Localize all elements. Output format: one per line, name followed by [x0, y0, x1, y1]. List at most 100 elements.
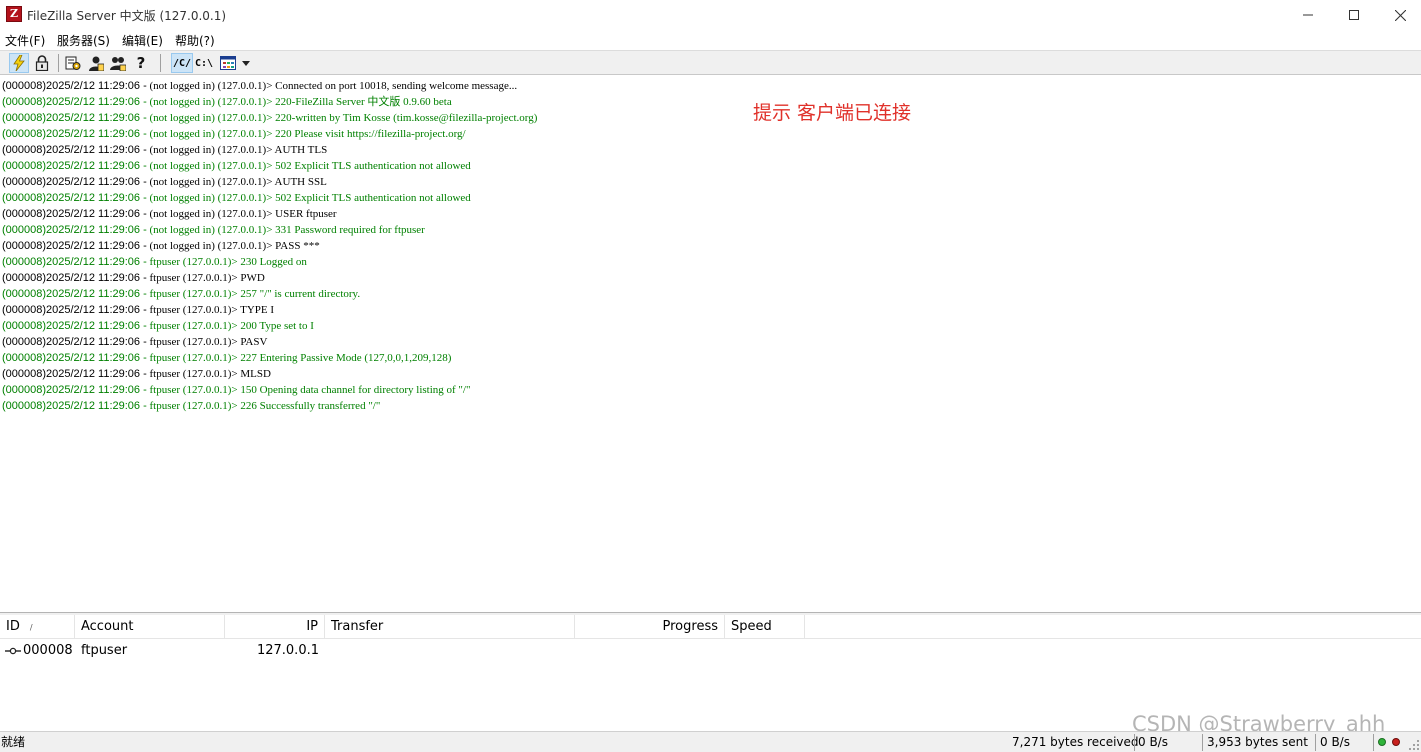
lightning-icon: [13, 55, 25, 71]
log-timestamp: (000008)2025/2/12 11:29:06 -: [2, 288, 147, 300]
log-timestamp: (000008)2025/2/12 11:29:06 -: [2, 368, 147, 380]
log-line: (000008)2025/2/12 11:29:06 - ftpuser (12…: [2, 366, 271, 382]
maximize-button[interactable]: [1331, 0, 1377, 30]
log-line: (000008)2025/2/12 11:29:06 - (not logged…: [2, 110, 537, 126]
minimize-button[interactable]: [1285, 0, 1331, 30]
log-line: (000008)2025/2/12 11:29:06 - ftpuser (12…: [2, 318, 314, 334]
log-message: ftpuser (127.0.0.1)> 227 Entering Passiv…: [146, 352, 452, 364]
sort-grid-icon: [220, 56, 236, 70]
log-timestamp: (000008)2025/2/12 11:29:06 -: [2, 224, 147, 236]
help-button[interactable]: ?: [131, 53, 151, 73]
minimize-icon: [1303, 14, 1313, 16]
status-bar: 就绪 7,271 bytes received 0 B/s 3,953 byte…: [0, 731, 1421, 752]
log-line: (000008)2025/2/12 11:29:06 - (not logged…: [2, 78, 517, 94]
log-line: (000008)2025/2/12 11:29:06 - ftpuser (12…: [2, 334, 267, 350]
log-message: ftpuser (127.0.0.1)> 150 Opening data ch…: [146, 384, 471, 396]
log-message: (not logged in) (127.0.0.1)> 220 Please …: [146, 128, 466, 140]
column-header-speed[interactable]: Speed: [725, 615, 805, 639]
send-rate: 0 B/s: [1320, 735, 1350, 749]
status-divider: [1134, 734, 1135, 751]
log-timestamp: (000008)2025/2/12 11:29:06 -: [2, 160, 147, 172]
toolbar: ? /C/ C:\: [0, 50, 1421, 75]
log-timestamp: (000008)2025/2/12 11:29:06 -: [2, 112, 147, 124]
log-line: (000008)2025/2/12 11:29:06 - ftpuser (12…: [2, 350, 451, 366]
resize-grip-icon[interactable]: [1408, 739, 1420, 751]
help-icon: ?: [136, 54, 146, 72]
bytes-received: 7,271 bytes received: [1012, 735, 1139, 749]
log-timestamp: (000008)2025/2/12 11:29:06 -: [2, 144, 147, 156]
log-message: (not logged in) (127.0.0.1)> 220-FileZil…: [146, 96, 452, 108]
log-line: (000008)2025/2/12 11:29:06 - ftpuser (12…: [2, 254, 307, 270]
log-message: (not logged in) (127.0.0.1)> PASS ***: [146, 240, 320, 252]
lock-server-button[interactable]: [32, 53, 52, 73]
groups-icon: [110, 57, 126, 71]
log-timestamp: (000008)2025/2/12 11:29:06 -: [2, 128, 147, 140]
windows-path-toggle-button[interactable]: C:\: [194, 53, 214, 73]
groups-button[interactable]: [108, 53, 128, 73]
log-line: (000008)2025/2/12 11:29:06 - (not logged…: [2, 94, 452, 110]
log-timestamp: (000008)2025/2/12 11:29:06 -: [2, 96, 147, 108]
log-line: (000008)2025/2/12 11:29:06 - (not logged…: [2, 174, 327, 190]
status-ready: 就绪: [1, 735, 26, 749]
settings-button[interactable]: [63, 53, 83, 73]
receive-rate: 0 B/s: [1138, 735, 1168, 749]
title-bar: Z FileZilla Server 中文版 (127.0.0.1): [0, 0, 1421, 30]
menu-file[interactable]: 文件(F): [5, 32, 45, 49]
toggle-server-active-button[interactable]: [9, 53, 29, 73]
log-timestamp: (000008)2025/2/12 11:29:06 -: [2, 352, 147, 364]
log-timestamp: (000008)2025/2/12 11:29:06 -: [2, 176, 147, 188]
menu-edit[interactable]: 编辑(E): [122, 32, 163, 49]
log-timestamp: (000008)2025/2/12 11:29:06 -: [2, 256, 147, 268]
toolbar-separator: [58, 54, 59, 72]
filezilla-server-icon: Z: [6, 6, 22, 22]
sort-grid-dropdown[interactable]: [239, 53, 253, 73]
dropdown-arrow-icon: [242, 60, 250, 66]
log-line: (000008)2025/2/12 11:29:06 - (not logged…: [2, 238, 320, 254]
log-timestamp: (000008)2025/2/12 11:29:06 -: [2, 272, 147, 284]
log-line: (000008)2025/2/12 11:29:06 - (not logged…: [2, 190, 471, 206]
session-ip: 127.0.0.1: [256, 643, 319, 658]
server-log[interactable]: 提示 客户端已连接 (000008)2025/2/12 11:29:06 - (…: [0, 76, 1421, 612]
menu-bar: 文件(F) 服务器(S) 编辑(E) 帮助(?): [0, 30, 1421, 50]
toolbar-separator: [160, 54, 161, 72]
log-line: (000008)2025/2/12 11:29:06 - ftpuser (12…: [2, 302, 274, 318]
session-account: ftpuser: [81, 643, 128, 658]
column-header-transfer[interactable]: Transfer: [325, 615, 575, 639]
table-row[interactable]: 000008 ftpuser 127.0.0.1: [0, 641, 1421, 661]
session-id-value: 000008: [23, 643, 73, 658]
log-message: ftpuser (127.0.0.1)> 257 "/" is current …: [146, 288, 361, 300]
log-message: (not logged in) (127.0.0.1)> 502 Explici…: [146, 160, 471, 172]
close-button[interactable]: [1377, 0, 1421, 30]
status-divider: [1202, 734, 1203, 751]
log-message: ftpuser (127.0.0.1)> 200 Type set to I: [146, 320, 314, 332]
log-timestamp: (000008)2025/2/12 11:29:06 -: [2, 208, 147, 220]
sort-grid-button[interactable]: [218, 53, 238, 73]
users-button[interactable]: [86, 53, 106, 73]
unix-path-toggle-button[interactable]: /C/: [171, 53, 193, 73]
sort-indicator-icon: /: [29, 623, 33, 632]
menu-server[interactable]: 服务器(S): [57, 32, 110, 49]
column-header-account[interactable]: Account: [75, 615, 225, 639]
menu-help[interactable]: 帮助(?): [175, 32, 215, 49]
bytes-sent: 3,953 bytes sent: [1207, 735, 1308, 749]
log-message: ftpuser (127.0.0.1)> PASV: [146, 336, 268, 348]
log-timestamp: (000008)2025/2/12 11:29:06 -: [2, 400, 147, 412]
log-timestamp: (000008)2025/2/12 11:29:06 -: [2, 240, 147, 252]
log-line: (000008)2025/2/12 11:29:06 - (not logged…: [2, 126, 466, 142]
annotation-text: 提示 客户端已连接: [753, 102, 912, 124]
sessions-header: ID / Account IP Transfer Progress Speed: [0, 615, 1421, 639]
log-message: ftpuser (127.0.0.1)> 226 Successfully tr…: [146, 400, 381, 412]
column-header-id[interactable]: ID /: [0, 615, 75, 639]
log-message: ftpuser (127.0.0.1)> PWD: [146, 272, 265, 284]
log-line: (000008)2025/2/12 11:29:06 - (not logged…: [2, 158, 471, 174]
column-header-ip[interactable]: IP: [225, 615, 325, 639]
log-timestamp: (000008)2025/2/12 11:29:06 -: [2, 384, 147, 396]
windows-path-icon: C:\: [194, 57, 214, 69]
lock-icon: [35, 55, 49, 71]
log-message: (not logged in) (127.0.0.1)> Connected o…: [146, 80, 518, 92]
log-line: (000008)2025/2/12 11:29:06 - ftpuser (12…: [2, 382, 470, 398]
log-timestamp: (000008)2025/2/12 11:29:06 -: [2, 192, 147, 204]
log-message: (not logged in) (127.0.0.1)> 220-written…: [146, 112, 538, 124]
window-title: FileZilla Server 中文版 (127.0.0.1): [27, 9, 227, 23]
column-header-progress[interactable]: Progress: [575, 615, 725, 639]
